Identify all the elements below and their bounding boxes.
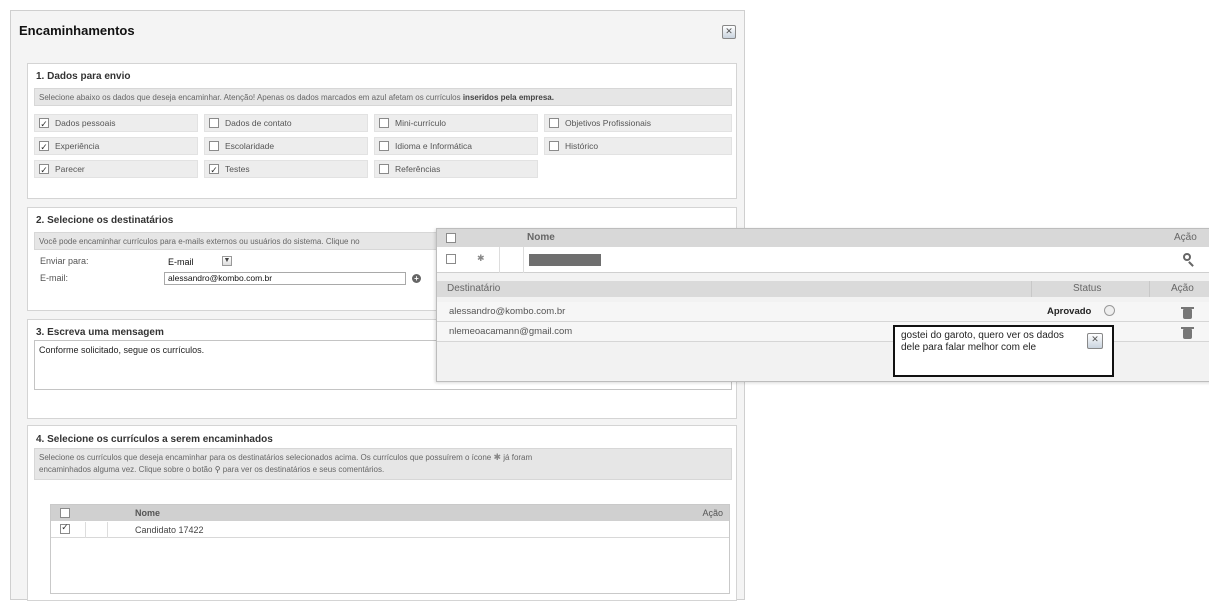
recipient-email: alessandro@kombo.com.br [449, 306, 566, 317]
option-label: Parecer [55, 164, 85, 174]
email-label: E-mail: [40, 273, 69, 283]
option-checkbox[interactable] [39, 140, 49, 156]
action-column-header: Ação [1171, 283, 1194, 294]
dest-column-header: Destinatário [447, 283, 501, 294]
header-divider [1149, 281, 1150, 297]
popup-candidate-row[interactable]: ✱ [437, 247, 1209, 273]
option-2[interactable]: Dados de contato [204, 114, 368, 132]
comment-tooltip: gostei do garoto, quero ver os dados del… [893, 325, 1114, 377]
magnifier-icon[interactable] [1183, 253, 1191, 261]
option-checkbox[interactable] [549, 118, 559, 128]
popup-header: Nome Ação [437, 229, 1209, 247]
window-title: Encaminhamentos [19, 23, 135, 38]
option-label: Mini-currículo [395, 118, 447, 128]
curriculos-table: Nome Ação Candidato 17422 [50, 504, 730, 594]
option-11[interactable]: Referências [374, 160, 538, 178]
table-header: Nome Ação [51, 505, 729, 521]
recipient-status: Aprovado [1047, 306, 1092, 317]
option-checkbox[interactable] [379, 118, 389, 128]
chevron-down-icon[interactable]: ▼ [222, 256, 232, 266]
trash-icon[interactable] [1181, 307, 1194, 319]
add-recipient-icon[interactable]: + [412, 274, 421, 283]
option-checkbox[interactable] [209, 141, 219, 151]
option-10[interactable]: Testes [204, 160, 368, 179]
option-5[interactable]: Experiência [34, 137, 198, 156]
option-label: Escolaridade [225, 141, 275, 151]
candidate-name: Candidato 17422 [135, 525, 204, 535]
row-divider [85, 522, 86, 538]
option-checkbox[interactable] [379, 164, 389, 174]
option-checkbox[interactable] [379, 141, 389, 151]
section-4-info-line1: Selecione os currículos que deseja encam… [39, 453, 492, 462]
section-3-title: 3. Escreva uma mensagem [36, 327, 164, 338]
popup-column-name: Nome [527, 232, 555, 243]
section-4-info-line2: encaminhados alguma vez. Clique sobre o … [39, 465, 213, 474]
section-4-info: Selecione os currículos que deseja encam… [34, 448, 732, 480]
option-checkbox[interactable] [39, 163, 49, 179]
magnifier-icon: ⚲ [214, 465, 221, 474]
send-to-label: Enviar para: [40, 256, 89, 266]
section-4-info-line2-end: para ver os destinatários e seus comentá… [222, 465, 385, 474]
forwarded-icon: ✱ [493, 453, 502, 463]
popup-column-action: Ação [1174, 232, 1197, 243]
option-label: Experiência [55, 141, 100, 151]
option-7[interactable]: Idioma e Informática [374, 137, 538, 155]
send-to-select[interactable]: E-mail [168, 257, 194, 267]
option-label: Histórico [565, 141, 599, 151]
section-1-info-bold: inseridos pela empresa. [462, 93, 554, 102]
option-checkbox[interactable] [39, 117, 49, 133]
option-label: Referências [395, 164, 441, 174]
column-name: Nome [135, 508, 161, 518]
section-4-title: 4. Selecione os currículos a serem encam… [36, 434, 273, 445]
row-checkbox[interactable] [60, 523, 70, 534]
section-1-info-text: Selecione abaixo os dados que deseja enc… [39, 93, 461, 102]
option-8[interactable]: Histórico [544, 137, 732, 155]
option-label: Objetivos Profissionais [565, 118, 651, 128]
row-divider [107, 522, 108, 538]
option-label: Idioma e Informática [395, 141, 473, 151]
column-action: Ação [702, 508, 723, 518]
option-checkbox[interactable] [209, 163, 219, 179]
option-9[interactable]: Parecer [34, 160, 198, 179]
close-icon[interactable] [722, 25, 736, 39]
trash-icon[interactable] [1181, 327, 1194, 339]
table-row[interactable]: Candidato 17422 [51, 522, 729, 538]
section-4-info-line1-end: já foram [503, 453, 533, 462]
option-checkbox[interactable] [209, 118, 219, 128]
recipient-row[interactable]: alessandro@kombo.com.br Aprovado [437, 302, 1209, 322]
forwarded-icon: ✱ [477, 254, 485, 264]
email-input[interactable]: alessandro@kombo.com.br [164, 272, 406, 285]
section-curriculos: 4. Selecione os currículos a serem encam… [27, 425, 737, 601]
section-2-title: 2. Selecione os destinatários [36, 215, 174, 226]
status-column-header: Status [1073, 283, 1102, 294]
comment-bubble-icon[interactable] [1104, 305, 1115, 316]
option-6[interactable]: Escolaridade [204, 137, 368, 155]
destinatarios-header: Destinatário Status Ação [437, 281, 1209, 297]
section-dados-envio: 1. Dados para envio Selecione abaixo os … [27, 63, 737, 199]
row-divider [523, 247, 524, 273]
select-all-checkbox[interactable] [60, 508, 70, 518]
section-1-title: 1. Dados para envio [36, 71, 131, 82]
row-divider [499, 247, 500, 273]
option-3[interactable]: Mini-currículo [374, 114, 538, 132]
section-1-info: Selecione abaixo os dados que deseja enc… [34, 88, 732, 106]
option-label: Dados de contato [225, 118, 292, 128]
recipient-email: nlemeoacamann@gmail.com [449, 326, 573, 337]
popup-row-checkbox[interactable] [446, 254, 456, 264]
redacted-candidate-name [529, 254, 601, 266]
option-label: Testes [225, 164, 250, 174]
comment-text: gostei do garoto, quero ver os dados del… [901, 330, 1064, 353]
option-label: Dados pessoais [55, 118, 116, 128]
option-1[interactable]: Dados pessoais [34, 114, 198, 133]
option-4[interactable]: Objetivos Profissionais [544, 114, 732, 132]
option-checkbox[interactable] [549, 141, 559, 151]
header-divider [1031, 281, 1032, 297]
close-icon[interactable] [1087, 333, 1103, 349]
popup-select-all-checkbox[interactable] [446, 233, 456, 243]
